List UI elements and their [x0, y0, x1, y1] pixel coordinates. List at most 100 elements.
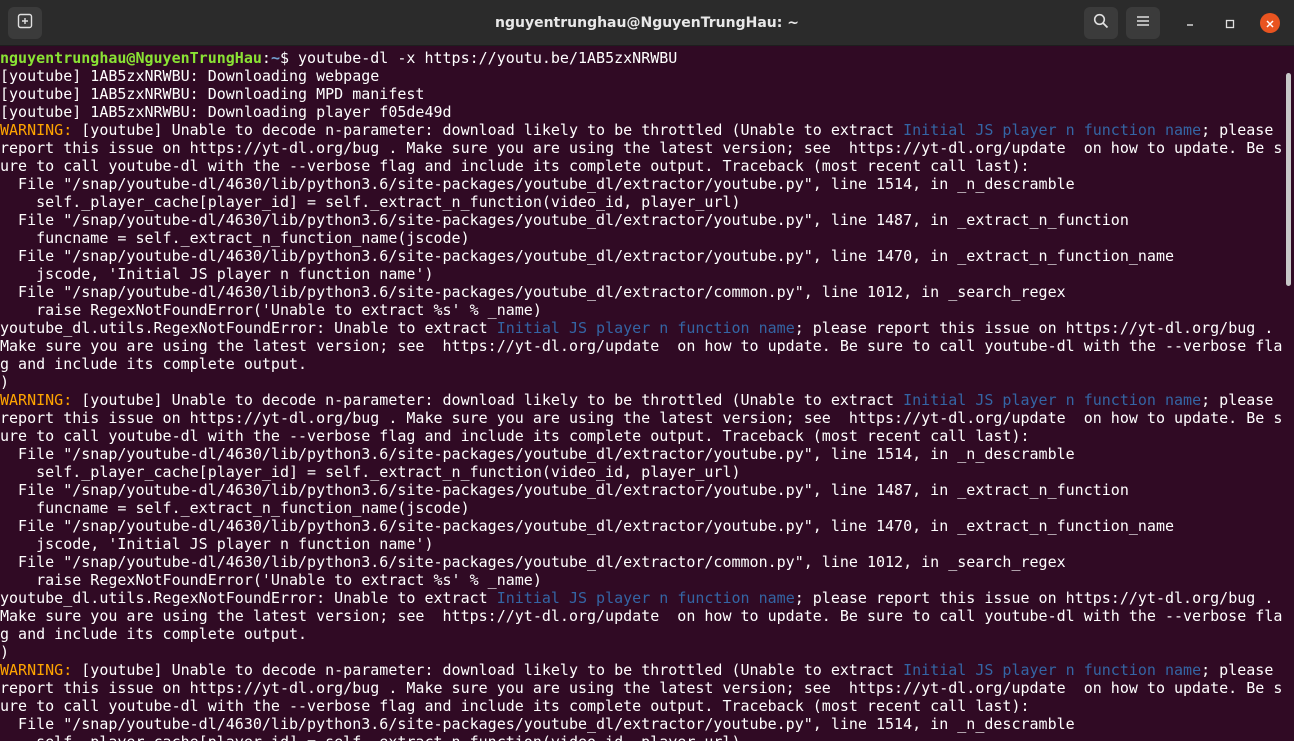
line-text: File "/snap/youtube-dl/4630/lib/python3.…: [0, 175, 1075, 193]
prompt-line: nguyentrunghau@NguyenTrungHau:~$ youtube…: [0, 49, 1288, 67]
line-text: report this issue on https://yt-dl.org/b…: [0, 139, 1283, 157]
terminal-line: File "/snap/youtube-dl/4630/lib/python3.…: [0, 445, 1288, 463]
line-text: [youtube] Unable to decode n-parameter: …: [72, 661, 904, 679]
line-text: [youtube] Unable to decode n-parameter: …: [72, 121, 904, 139]
terminal-line: ure to call youtube-dl with the --verbos…: [0, 697, 1288, 715]
hamburger-menu-icon: [1135, 13, 1151, 33]
terminal-line: File "/snap/youtube-dl/4630/lib/python3.…: [0, 715, 1288, 733]
terminal-line: File "/snap/youtube-dl/4630/lib/python3.…: [0, 175, 1288, 193]
line-text: File "/snap/youtube-dl/4630/lib/python3.…: [0, 247, 1174, 265]
line-text: File "/snap/youtube-dl/4630/lib/python3.…: [0, 481, 1129, 499]
line-text: g and include its complete output.: [0, 355, 308, 373]
close-button[interactable]: [1260, 13, 1280, 33]
prompt-path: ~: [270, 49, 280, 67]
highlighted-text: Initial JS player n function name: [903, 661, 1202, 679]
terminal-output[interactable]: nguyentrunghau@NguyenTrungHau:~$ youtube…: [0, 46, 1288, 741]
terminal-line: [youtube] 1AB5zxNRWBU: Downloading webpa…: [0, 67, 1288, 85]
line-text: ure to call youtube-dl with the --verbos…: [0, 697, 1030, 715]
terminal-line: ure to call youtube-dl with the --verbos…: [0, 157, 1288, 175]
terminal-line: jscode, 'Initial JS player n function na…: [0, 265, 1288, 283]
terminal-line: Make sure you are using the latest versi…: [0, 607, 1288, 625]
line-text: ): [0, 643, 10, 661]
terminal-line: g and include its complete output.: [0, 355, 1288, 373]
terminal-line: ure to call youtube-dl with the --verbos…: [0, 427, 1288, 445]
prompt-colon: :: [261, 49, 271, 67]
line-text: youtube_dl.utils.RegexNotFoundError: Una…: [0, 589, 497, 607]
line-text: ; please: [1201, 391, 1274, 409]
highlighted-text: Initial JS player n function name: [903, 121, 1202, 139]
terminal-line: [youtube] 1AB5zxNRWBU: Downloading playe…: [0, 103, 1288, 121]
highlighted-text: Initial JS player n function name: [903, 391, 1202, 409]
terminal-line: report this issue on https://yt-dl.org/b…: [0, 409, 1288, 427]
terminal-line: [youtube] 1AB5zxNRWBU: Downloading MPD m…: [0, 85, 1288, 103]
line-text: [youtube] Unable to decode n-parameter: …: [72, 391, 904, 409]
title-bar[interactable]: nguyentrunghau@NguyenTrungHau: ~: [0, 0, 1294, 46]
maximize-icon: [1225, 14, 1235, 33]
terminal-line: ): [0, 643, 1288, 661]
line-text: Make sure you are using the latest versi…: [0, 607, 1283, 625]
highlighted-text: Initial JS player n function name: [496, 319, 795, 337]
terminal-line: youtube_dl.utils.RegexNotFoundError: Una…: [0, 319, 1288, 337]
terminal-line: raise RegexNotFoundError('Unable to extr…: [0, 301, 1288, 319]
line-text: File "/snap/youtube-dl/4630/lib/python3.…: [0, 517, 1174, 535]
line-text: File "/snap/youtube-dl/4630/lib/python3.…: [0, 553, 1066, 571]
close-icon: [1265, 14, 1275, 33]
minimize-button[interactable]: [1180, 13, 1200, 33]
line-text: [youtube] 1AB5zxNRWBU: Downloading webpa…: [0, 67, 380, 85]
highlighted-text: Initial JS player n function name: [496, 589, 795, 607]
line-text: File "/snap/youtube-dl/4630/lib/python3.…: [0, 211, 1129, 229]
line-text: Make sure you are using the latest versi…: [0, 337, 1283, 355]
line-text: File "/snap/youtube-dl/4630/lib/python3.…: [0, 445, 1075, 463]
line-text: ure to call youtube-dl with the --verbos…: [0, 157, 1030, 175]
terminal-line: WARNING: [youtube] Unable to decode n-pa…: [0, 121, 1288, 139]
new-tab-button[interactable]: [8, 7, 42, 39]
terminal-line: self._player_cache[player_id] = self._ex…: [0, 193, 1288, 211]
prompt-command: $ youtube-dl -x https://youtu.be/1AB5zxN…: [279, 49, 678, 67]
terminal-line: File "/snap/youtube-dl/4630/lib/python3.…: [0, 481, 1288, 499]
line-text: ; please report this issue on https://yt…: [794, 319, 1274, 337]
terminal-line: jscode, 'Initial JS player n function na…: [0, 535, 1288, 553]
search-button[interactable]: [1084, 7, 1118, 39]
terminal-window: nguyentrunghau@NguyenTrungHau: ~ nguyent…: [0, 0, 1294, 741]
terminal-line: WARNING: [youtube] Unable to decode n-pa…: [0, 391, 1288, 409]
line-text: self._player_cache[player_id] = self._ex…: [0, 193, 741, 211]
terminal-line: self._player_cache[player_id] = self._ex…: [0, 463, 1288, 481]
line-text: raise RegexNotFoundError('Unable to extr…: [0, 571, 542, 589]
line-text: [youtube] 1AB5zxNRWBU: Downloading MPD m…: [0, 85, 425, 103]
terminal-line: ): [0, 373, 1288, 391]
prompt-user-host: nguyentrunghau@NguyenTrungHau: [0, 49, 262, 67]
line-text: ; please: [1201, 661, 1274, 679]
menu-button[interactable]: [1126, 7, 1160, 39]
maximize-button[interactable]: [1220, 13, 1240, 33]
line-text: report this issue on https://yt-dl.org/b…: [0, 409, 1283, 427]
terminal-line: File "/snap/youtube-dl/4630/lib/python3.…: [0, 211, 1288, 229]
line-text: ; please report this issue on https://yt…: [794, 589, 1274, 607]
terminal-line: self._player_cache[player_id] = self._ex…: [0, 733, 1288, 741]
terminal-line: File "/snap/youtube-dl/4630/lib/python3.…: [0, 247, 1288, 265]
search-icon: [1093, 13, 1109, 33]
line-text: report this issue on https://yt-dl.org/b…: [0, 679, 1283, 697]
line-text: File "/snap/youtube-dl/4630/lib/python3.…: [0, 715, 1075, 733]
terminal-line: report this issue on https://yt-dl.org/b…: [0, 679, 1288, 697]
terminal-line: funcname = self._extract_n_function_name…: [0, 499, 1288, 517]
scrollbar-thumb[interactable]: [1286, 73, 1291, 286]
warning-label: WARNING:: [0, 391, 73, 409]
line-text: ; please: [1201, 121, 1274, 139]
terminal-line: raise RegexNotFoundError('Unable to extr…: [0, 571, 1288, 589]
output-lines: [youtube] 1AB5zxNRWBU: Downloading webpa…: [0, 67, 1288, 741]
terminal-line: File "/snap/youtube-dl/4630/lib/python3.…: [0, 553, 1288, 571]
terminal-line: report this issue on https://yt-dl.org/b…: [0, 139, 1288, 157]
line-text: self._player_cache[player_id] = self._ex…: [0, 463, 741, 481]
terminal-line: g and include its complete output.: [0, 625, 1288, 643]
line-text: [youtube] 1AB5zxNRWBU: Downloading playe…: [0, 103, 452, 121]
terminal-line: File "/snap/youtube-dl/4630/lib/python3.…: [0, 517, 1288, 535]
line-text: ure to call youtube-dl with the --verbos…: [0, 427, 1030, 445]
line-text: ): [0, 373, 10, 391]
line-text: self._player_cache[player_id] = self._ex…: [0, 733, 740, 741]
warning-label: WARNING:: [0, 661, 73, 679]
line-text: youtube_dl.utils.RegexNotFoundError: Una…: [0, 319, 497, 337]
terminal-line: youtube_dl.utils.RegexNotFoundError: Una…: [0, 589, 1288, 607]
line-text: funcname = self._extract_n_function_name…: [0, 499, 470, 517]
terminal-line: WARNING: [youtube] Unable to decode n-pa…: [0, 661, 1288, 679]
terminal-line: funcname = self._extract_n_function_name…: [0, 229, 1288, 247]
